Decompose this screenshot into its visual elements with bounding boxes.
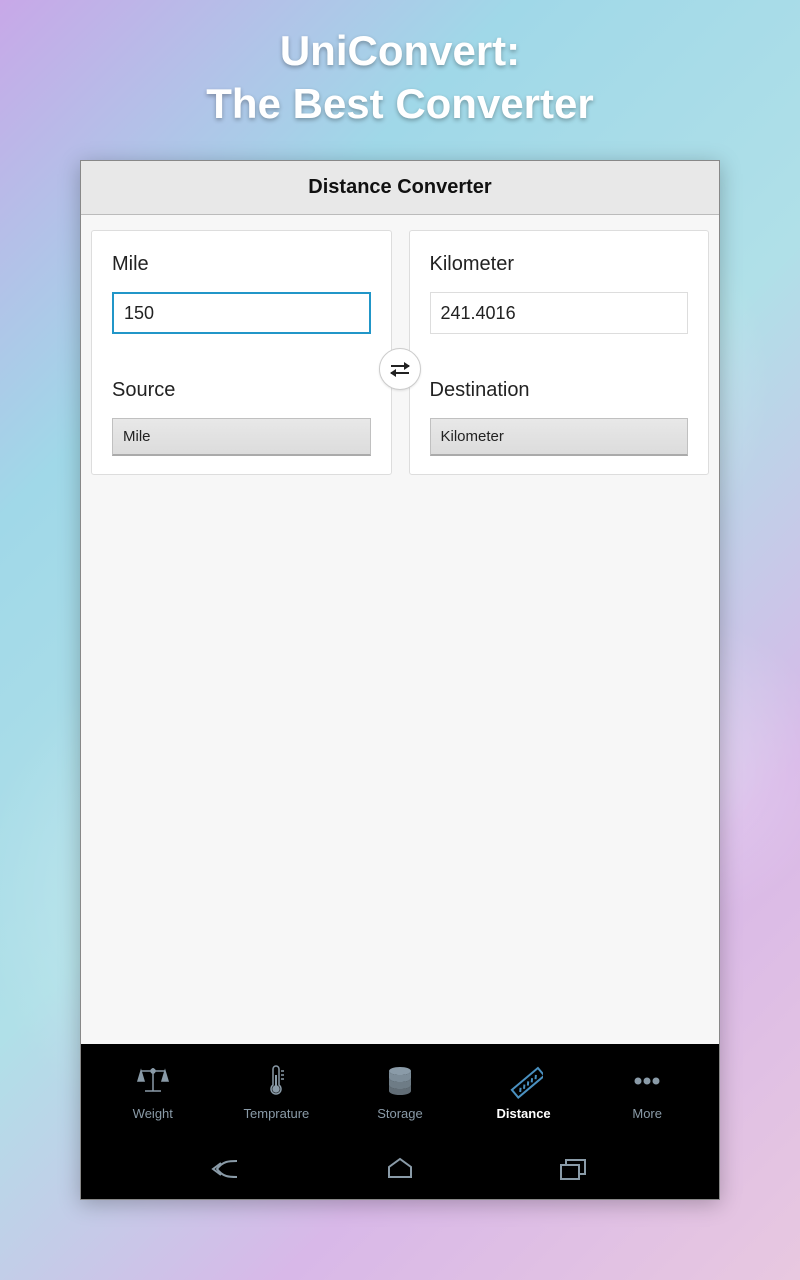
to-value-input[interactable] <box>430 292 689 334</box>
home-button[interactable] <box>380 1154 420 1184</box>
tab-label: Weight <box>133 1106 173 1121</box>
app-header: Distance Converter <box>81 161 719 215</box>
promo-title: UniConvert: The Best Converter <box>0 0 800 130</box>
from-panel: Mile Source Mile <box>91 230 392 475</box>
destination-unit-select[interactable]: Kilometer <box>430 418 689 456</box>
android-nav-bar <box>81 1139 719 1199</box>
back-button[interactable] <box>207 1154 247 1184</box>
scale-icon <box>134 1062 172 1100</box>
promo-line-2: The Best Converter <box>0 78 800 131</box>
ruler-icon <box>505 1062 543 1100</box>
tab-temperature[interactable]: Temprature <box>215 1062 339 1121</box>
promo-line-1: UniConvert: <box>0 25 800 78</box>
tab-more[interactable]: More <box>585 1062 709 1121</box>
tab-weight[interactable]: Weight <box>91 1062 215 1121</box>
swap-icon <box>391 365 409 374</box>
page-title: Distance Converter <box>308 176 491 198</box>
source-unit-value: Mile <box>123 428 151 445</box>
tab-storage[interactable]: Storage <box>338 1062 462 1121</box>
content-area: Mile Source Mile Kilometer Destination K… <box>81 215 719 1044</box>
database-icon <box>381 1062 419 1100</box>
to-panel: Kilometer Destination Kilometer <box>409 230 710 475</box>
tab-label: More <box>632 1106 662 1121</box>
swap-button[interactable] <box>379 348 421 390</box>
source-label: Source <box>112 379 371 402</box>
more-icon <box>628 1062 666 1100</box>
from-unit-label: Mile <box>112 253 371 276</box>
destination-unit-value: Kilometer <box>441 428 504 445</box>
tab-label: Distance <box>496 1106 550 1121</box>
tab-label: Temprature <box>244 1106 310 1121</box>
recent-apps-button[interactable] <box>553 1154 593 1184</box>
tab-label: Storage <box>377 1106 423 1121</box>
destination-label: Destination <box>430 379 689 402</box>
device-frame: Distance Converter Mile Source Mile Kilo… <box>80 160 720 1200</box>
tab-bar: Weight Temprature <box>81 1044 719 1139</box>
from-value-input[interactable] <box>112 292 371 334</box>
source-unit-select[interactable]: Mile <box>112 418 371 456</box>
tab-distance[interactable]: Distance <box>462 1062 586 1121</box>
thermometer-icon <box>257 1062 295 1100</box>
to-unit-label: Kilometer <box>430 253 689 276</box>
